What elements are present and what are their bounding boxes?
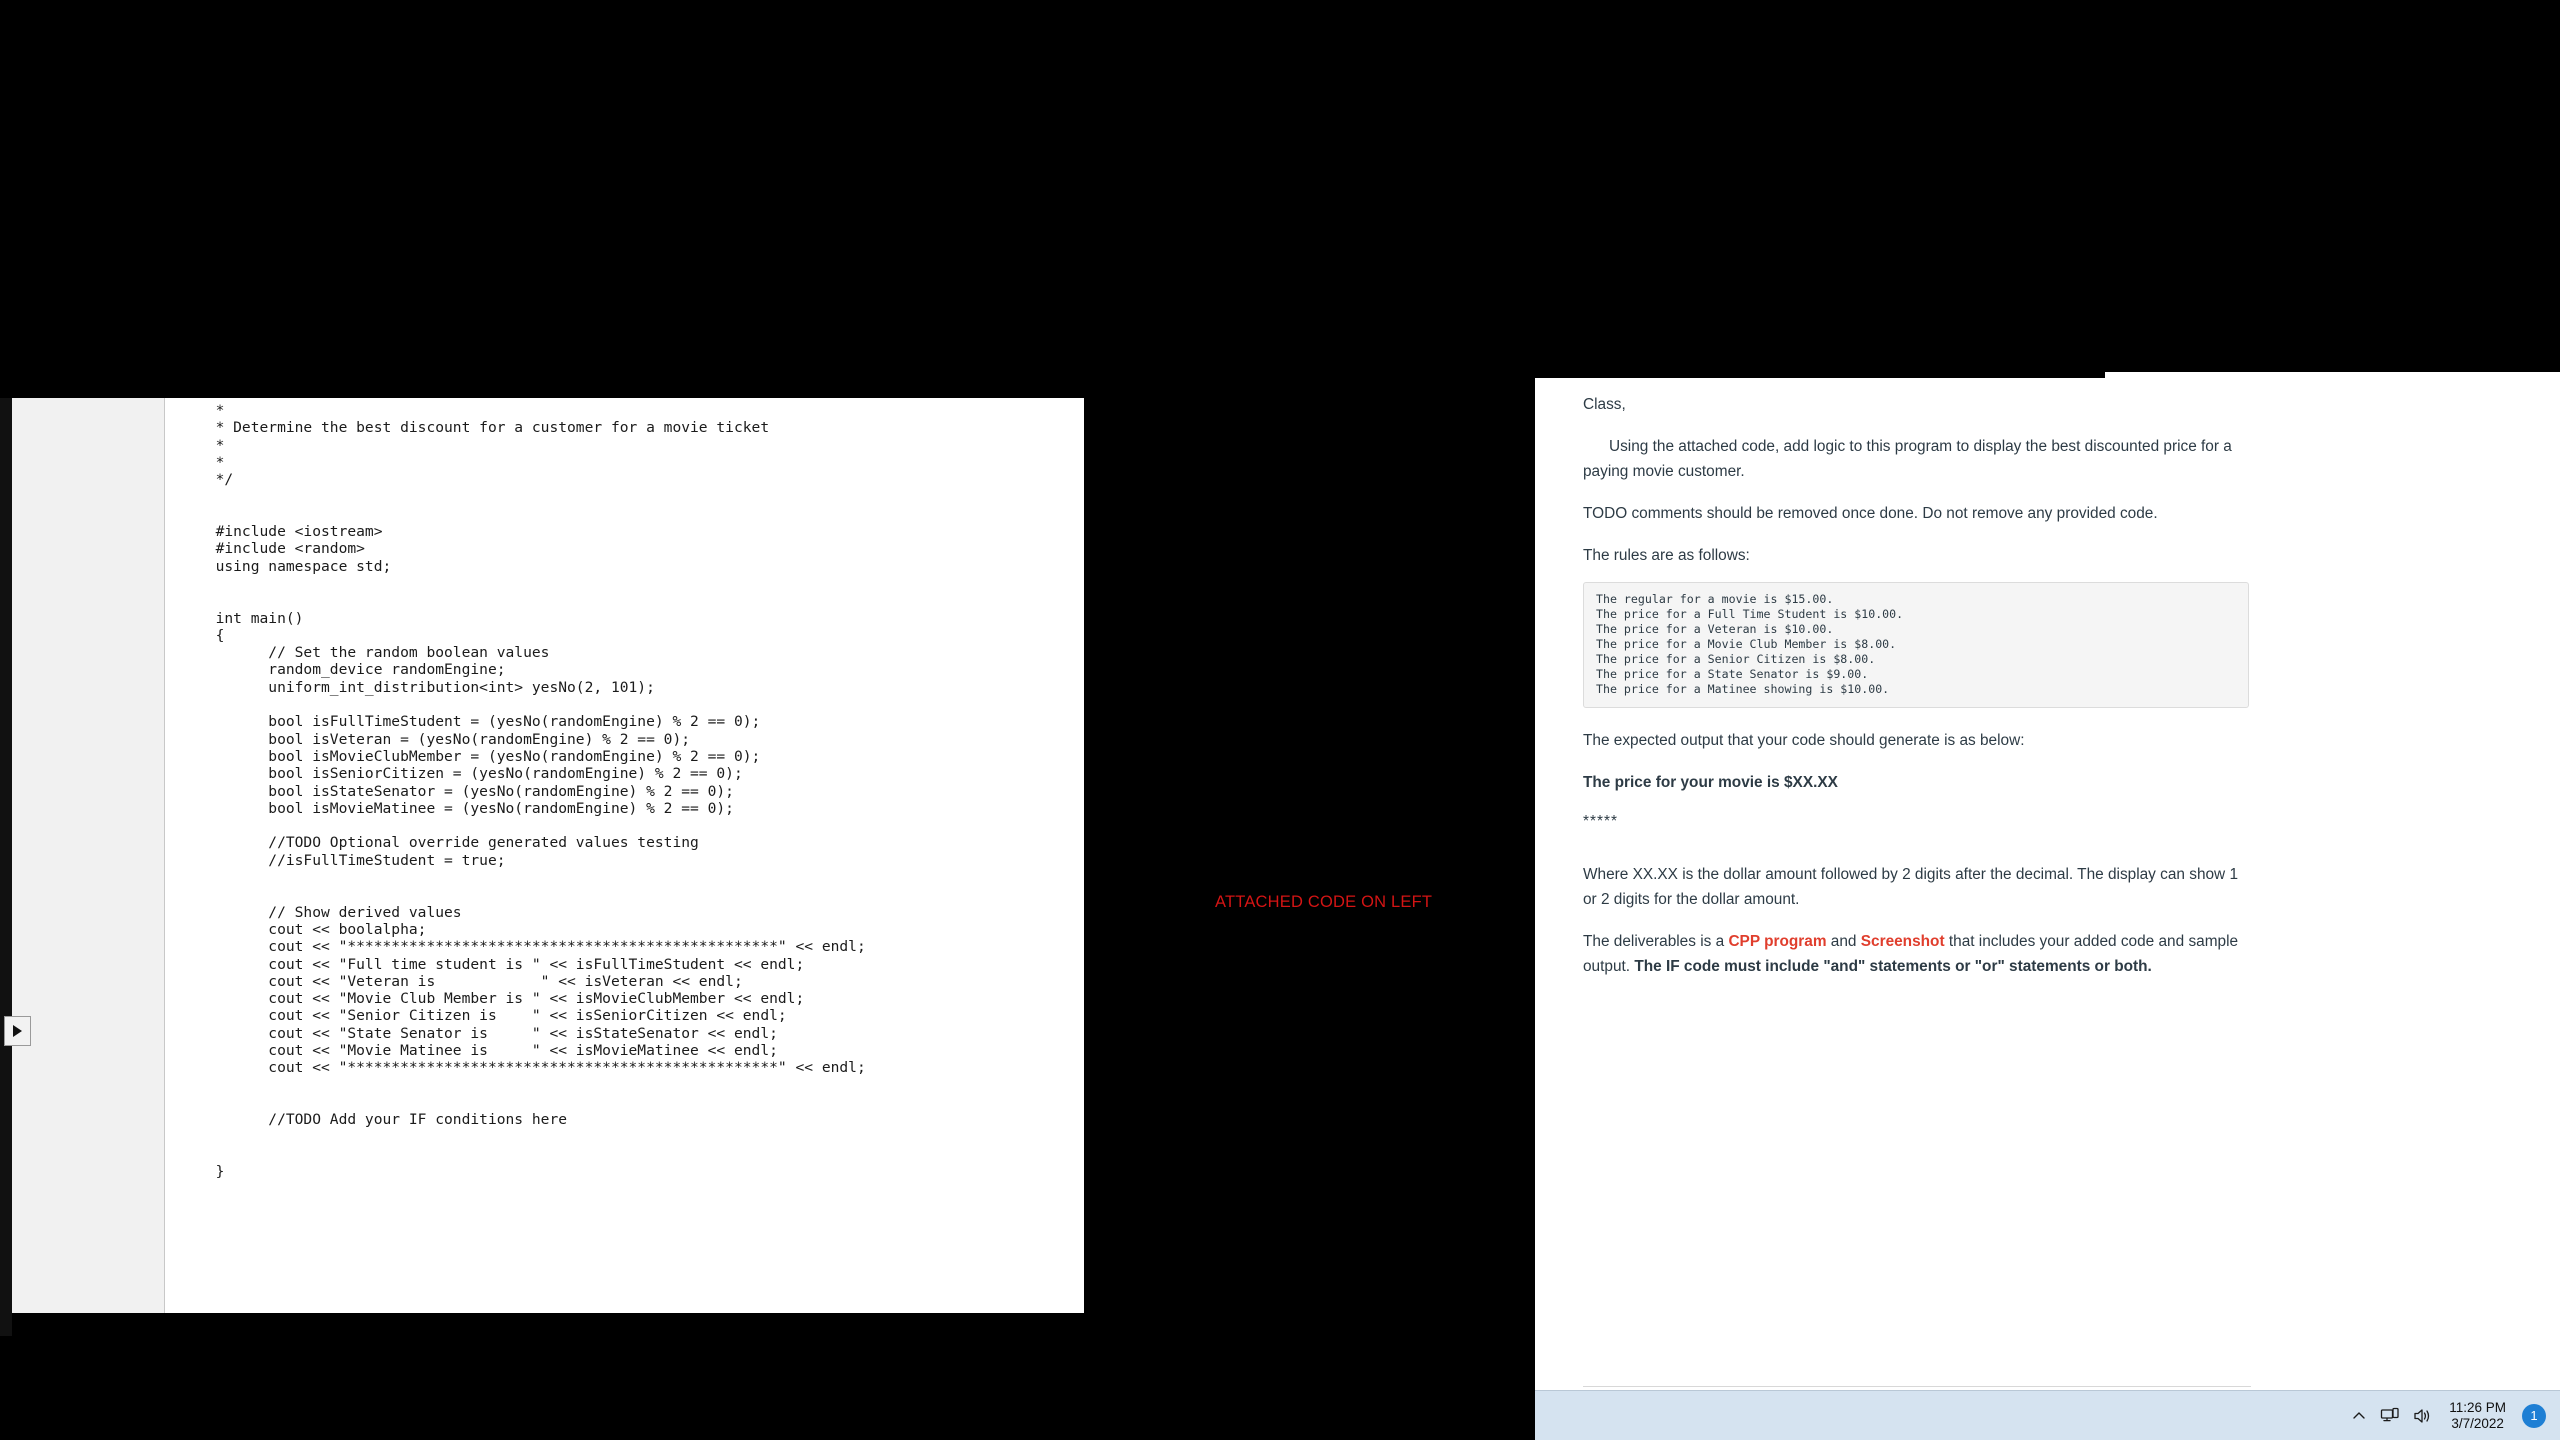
- volume-icon[interactable]: [2413, 1407, 2433, 1425]
- deliverables-paragraph: The deliverables is a CPP program and Sc…: [1583, 929, 2251, 979]
- intro-paragraph: Using the attached code, add logic to th…: [1583, 438, 2232, 480]
- clock-time: 11:26 PM: [2449, 1399, 2506, 1415]
- pricing-rules-text: The regular for a movie is $15.00. The p…: [1596, 592, 1904, 696]
- expected-output-line: The price for your movie is $XX.XX: [1583, 774, 1838, 791]
- play-triangle-icon: [13, 1025, 22, 1037]
- expected-output-lead: The expected output that your code shoul…: [1583, 732, 2025, 749]
- code-editor-gutter: [12, 398, 165, 1313]
- clock-date: 3/7/2022: [2451, 1415, 2504, 1431]
- assignment-panel: Class, Using the attached code, add logi…: [1535, 378, 2560, 1390]
- pricing-rules-box: The regular for a movie is $15.00. The p…: [1583, 582, 2249, 708]
- explanation-paragraph: Where XX.XX is the dollar amount followe…: [1583, 866, 2239, 908]
- deliverables-mid: and: [1826, 933, 1861, 950]
- show-hidden-icons-button[interactable]: [2351, 1408, 2367, 1424]
- stars-separator: *****: [1583, 813, 1618, 830]
- expand-panel-button[interactable]: [4, 1016, 31, 1046]
- windows-taskbar: 11:26 PM 3/7/2022 1: [1535, 1390, 2560, 1440]
- deliverable-screenshot: Screenshot: [1860, 933, 1945, 950]
- deliverables-prefix: The deliverables is a: [1583, 933, 1729, 950]
- desktop-left-strip: [0, 398, 12, 1336]
- deliverable-cpp-program: CPP program: [1728, 933, 1827, 950]
- attached-code-annotation: ATTACHED CODE ON LEFT: [1215, 893, 1433, 911]
- greeting-text: Class,: [1583, 396, 1626, 413]
- code-editor-content[interactable]: * * Determine the best discount for a cu…: [165, 398, 1084, 1313]
- network-icon[interactable]: [2380, 1407, 2400, 1425]
- rules-lead-paragraph: The rules are as follows:: [1583, 547, 1750, 564]
- clock[interactable]: 11:26 PM 3/7/2022: [2449, 1400, 2506, 1432]
- nav-divider: [1583, 1386, 2251, 1387]
- source-code-text: * * Determine the best discount for a cu…: [215, 402, 866, 1181]
- notification-badge[interactable]: 1: [2522, 1403, 2546, 1428]
- assignment-body: Class, Using the attached code, add logi…: [1583, 392, 2251, 996]
- todo-note-paragraph: TODO comments should be removed once don…: [1583, 505, 2158, 522]
- code-editor-window: * * Determine the best discount for a cu…: [12, 398, 1084, 1313]
- deliverables-bold-tail: The IF code must include "and" statement…: [1634, 958, 2152, 975]
